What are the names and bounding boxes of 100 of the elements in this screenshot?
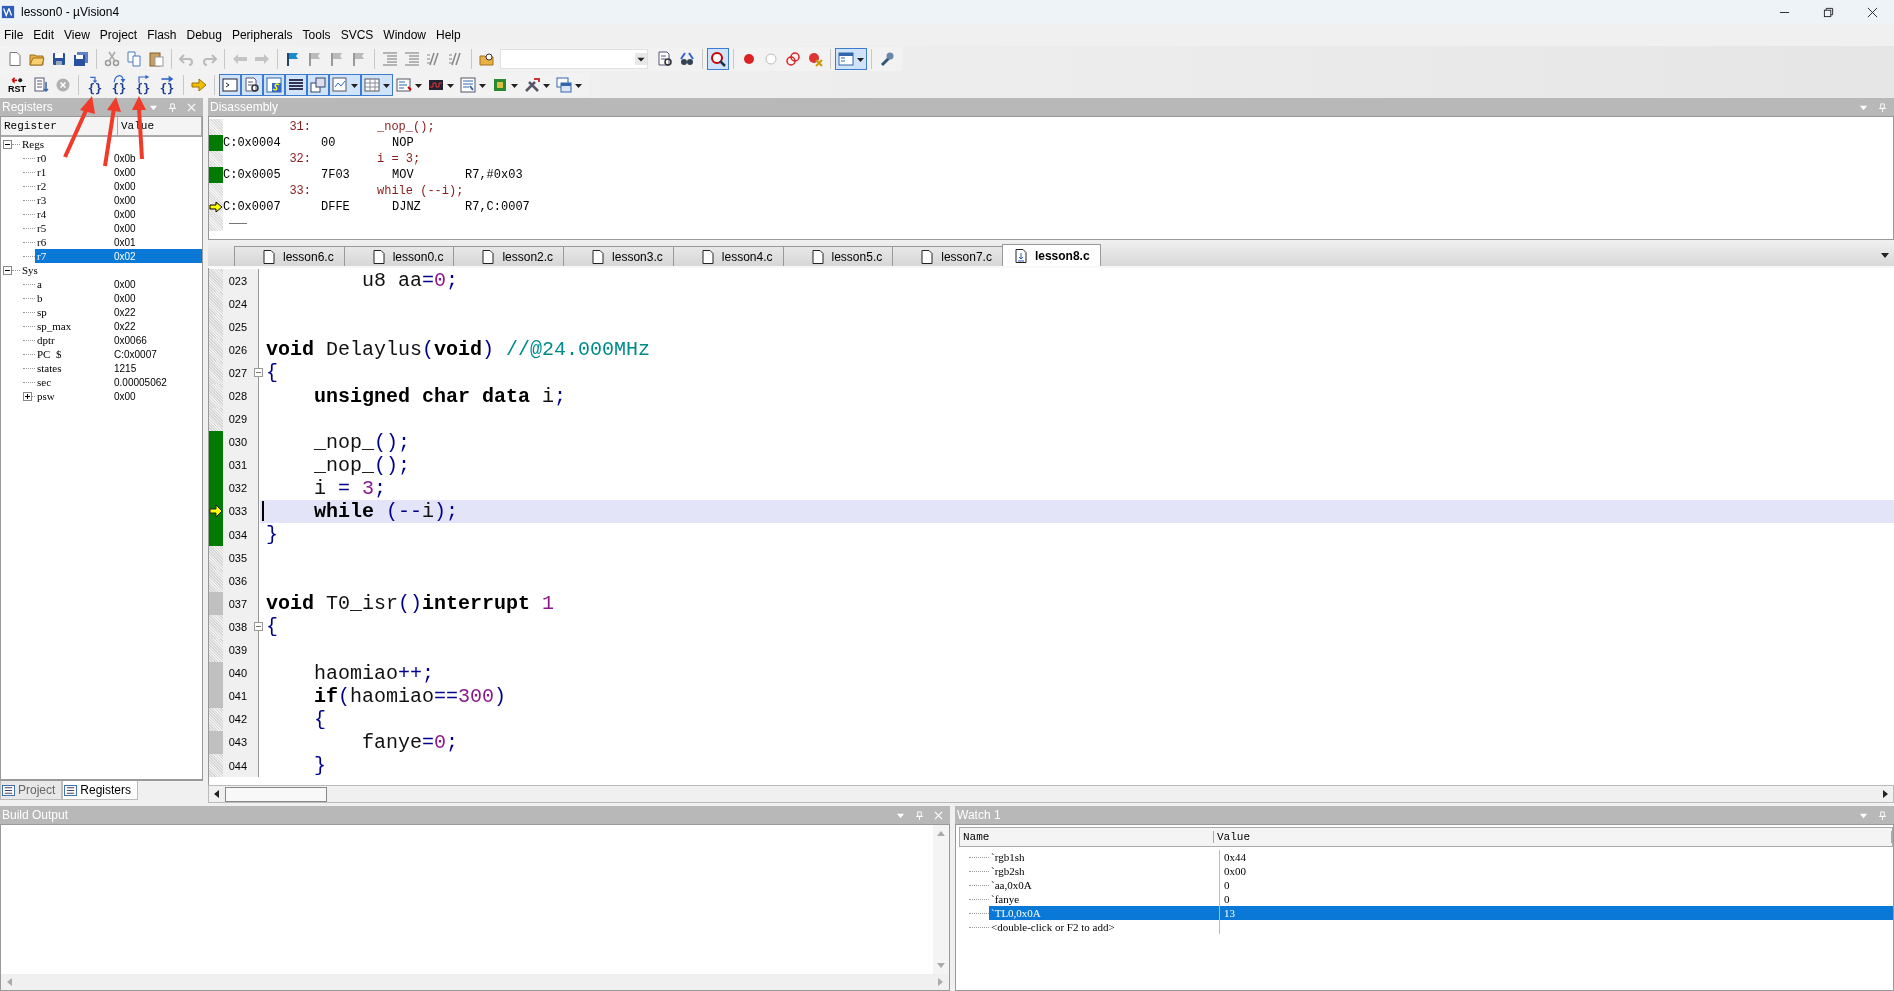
register-row[interactable]: psw 0x00 — [35, 389, 202, 403]
operand: R7,#0x03 — [465, 168, 523, 182]
pin-icon[interactable] — [168, 102, 177, 112]
step-button[interactable]: {} — [107, 74, 131, 96]
register-row[interactable]: sp 0x22 — [35, 305, 202, 319]
register-name: psw — [36, 390, 56, 402]
pin-icon[interactable] — [1878, 810, 1887, 820]
trace-window-button[interactable] — [457, 74, 489, 96]
line-number: 036 — [223, 569, 247, 593]
watch-row[interactable]: `rgb1sh 0x44 — [989, 850, 1893, 864]
fold-icon[interactable] — [254, 622, 263, 632]
file-tab[interactable]: lesson8.c — [1001, 244, 1101, 266]
expand-icon[interactable] — [23, 391, 32, 401]
step-button[interactable]: {} — [131, 74, 155, 96]
column-header[interactable]: Value — [1214, 831, 1892, 843]
register-row[interactable]: a 0x00 — [35, 277, 202, 291]
register-row[interactable]: PC $ C:0x0007 — [35, 347, 202, 361]
register-row[interactable]: dptr 0x0066 — [35, 333, 202, 347]
menu-item[interactable]: File — [2, 28, 32, 42]
menu-item[interactable]: SVCS — [338, 28, 382, 42]
right-arrow-icon[interactable] — [1880, 789, 1890, 799]
register-row[interactable]: Regs — [20, 137, 202, 151]
line-number: 031 — [223, 453, 247, 477]
panel-title: Disassembly — [210, 100, 278, 114]
watch-row[interactable]: `rgb2sh 0x00 — [989, 864, 1893, 878]
file-tab[interactable]: lesson6.c — [234, 246, 345, 266]
menu-item[interactable]: Window — [381, 28, 434, 42]
document-icon — [460, 77, 476, 93]
register-row[interactable]: sec 0.00005062 — [35, 375, 202, 389]
document-download-icon — [33, 77, 49, 93]
register-row[interactable]: states 1215 — [35, 361, 202, 375]
panel-tab[interactable]: Project — [0, 781, 63, 800]
watch-window-button[interactable] — [329, 74, 361, 96]
file-tab[interactable]: lesson7.c — [892, 246, 1003, 266]
pin-icon[interactable] — [1878, 102, 1887, 112]
register-row[interactable]: r5 0x00 — [35, 221, 202, 235]
menu-item[interactable]: Tools — [300, 28, 339, 42]
debug-session-button[interactable] — [707, 48, 729, 70]
menu-item[interactable]: Project — [97, 28, 146, 42]
file-tab[interactable]: lesson3.c — [563, 246, 674, 266]
registers-window-button[interactable] — [285, 74, 307, 96]
step-button[interactable]: {} — [155, 74, 179, 96]
memory-window-button[interactable] — [361, 74, 393, 96]
window-button[interactable] — [835, 48, 867, 70]
step-button[interactable]: {} — [83, 74, 107, 96]
register-row[interactable]: b 0x00 — [35, 291, 202, 305]
left-arrow-icon[interactable] — [212, 789, 222, 799]
up-arrow-icon[interactable] — [936, 829, 946, 839]
code-line: } — [313, 754, 326, 777]
command-window-button[interactable] — [219, 74, 241, 96]
horizontal-scrollbar[interactable] — [208, 785, 1894, 803]
pin-icon[interactable] — [915, 810, 924, 820]
register-value: 0x00 — [114, 292, 137, 304]
fold-icon[interactable] — [254, 368, 263, 378]
file-tab[interactable]: lesson4.c — [672, 246, 784, 266]
down-arrow-icon[interactable] — [936, 960, 946, 970]
register-row[interactable]: r2 0x00 — [35, 179, 202, 193]
file-tab[interactable]: lesson0.c — [343, 246, 455, 266]
collapse-icon[interactable] — [3, 139, 12, 149]
panel-tab[interactable]: Registers — [62, 781, 139, 800]
register-row[interactable]: Sys — [20, 263, 202, 277]
watch-row[interactable]: `aa,0x0A 0 — [989, 878, 1893, 892]
symbols-window-button[interactable] — [263, 74, 285, 96]
menu-item[interactable]: Flash — [145, 28, 185, 42]
register-row[interactable]: r1 0x00 — [35, 165, 202, 179]
disassembly-window-button[interactable] — [241, 74, 263, 96]
register-row[interactable]: r4 0x00 — [35, 207, 202, 221]
source-code: i = 3; — [377, 152, 421, 166]
register-row[interactable]: r3 0x00 — [35, 193, 202, 207]
reset-button[interactable]: RST — [4, 74, 30, 96]
file-tab[interactable]: lesson5.c — [782, 246, 894, 266]
call-stack-window-button[interactable] — [307, 74, 329, 96]
address: C:0x0007 — [223, 200, 282, 214]
window-layout-button[interactable] — [553, 74, 585, 96]
collapse-icon[interactable] — [3, 265, 12, 275]
register-row[interactable]: r7 0x02 — [35, 249, 202, 263]
register-row[interactable]: r0 0x0b — [35, 151, 202, 165]
dropdown-icon[interactable] — [1880, 250, 1890, 260]
register-row[interactable]: r6 0x01 — [35, 235, 202, 249]
watch-value: 0 — [1223, 893, 1231, 905]
register-row[interactable]: sp_max 0x22 — [35, 319, 202, 333]
folder-icon — [29, 51, 45, 67]
caret-icon — [635, 53, 647, 65]
column-header[interactable]: Name — [960, 831, 1214, 843]
close-icon[interactable] — [187, 102, 196, 112]
add-watch-hint[interactable]: <double-click or F2 to add> — [989, 920, 1220, 934]
window-icon — [838, 51, 854, 67]
line-number: 023 — [223, 269, 247, 293]
line-number: 026 — [223, 338, 247, 362]
watch-row[interactable]: `TL0,0x0A 13 — [989, 906, 1893, 920]
menu-item[interactable]: Debug — [184, 28, 230, 42]
column-header[interactable]: Register — [1, 117, 118, 135]
file-tab[interactable]: lesson2.c — [453, 246, 565, 266]
menu-item[interactable]: Edit — [31, 28, 63, 42]
source-line-number: 33: — [288, 184, 311, 198]
menu-item[interactable]: Help — [434, 28, 469, 42]
vertical-scrollbar[interactable] — [933, 825, 949, 974]
close-icon[interactable] — [934, 810, 943, 820]
menu-item[interactable]: View — [62, 28, 98, 42]
menu-item[interactable]: Peripherals — [229, 28, 301, 42]
